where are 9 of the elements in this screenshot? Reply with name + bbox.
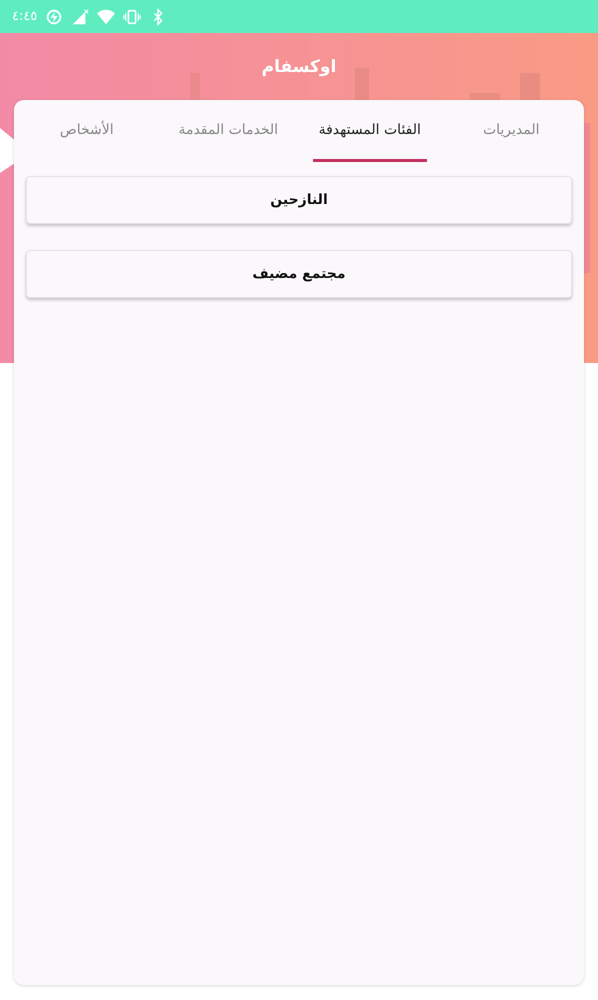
status-time: ٤:٤٥ [12, 9, 38, 24]
signal-icon [71, 8, 90, 26]
battery-charging-icon [45, 8, 64, 26]
category-button[interactable]: النازحين [26, 176, 572, 224]
vibrate-icon [123, 8, 142, 26]
app-title: اوكسفام [262, 56, 336, 76]
tab[interactable]: الفئات المستهدفة [313, 100, 426, 162]
category-button[interactable]: مجتمع مضيف [26, 250, 572, 298]
wifi-icon [97, 8, 116, 26]
